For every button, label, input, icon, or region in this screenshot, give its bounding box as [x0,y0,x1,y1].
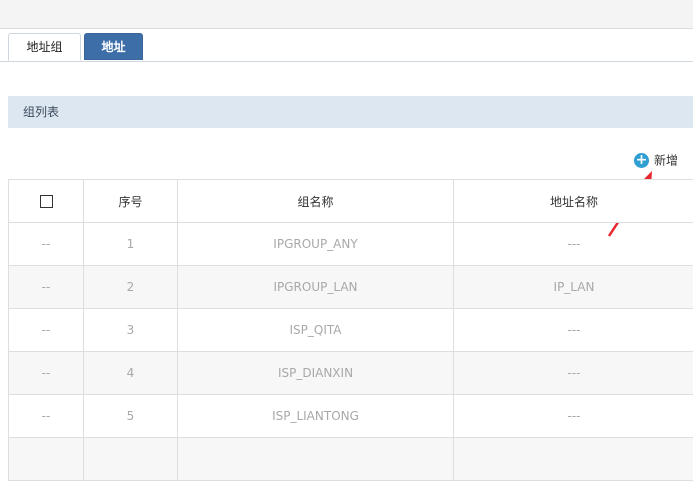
tab-address-group[interactable]: 地址组 [8,33,81,61]
row-address-name-cell: --- [454,395,693,438]
table-row[interactable]: -- 1 IPGROUP_ANY --- [9,223,693,266]
add-button[interactable]: + 新增 [634,151,678,169]
table-row[interactable] [9,438,693,481]
tab-strip: 地址组 地址 [0,29,693,62]
top-bar [0,0,693,29]
table-row[interactable]: -- 5 ISP_LIANTONG --- [9,395,693,438]
row-select-cell: -- [9,309,84,352]
row-address-name-cell: --- [454,309,693,352]
row-group-name-cell: IPGROUP_LAN [178,266,454,309]
row-index-cell: 5 [84,395,178,438]
table-row[interactable]: -- 3 ISP_QITA --- [9,309,693,352]
row-group-name-cell [178,438,454,481]
row-select-cell: -- [9,266,84,309]
plus-circle-icon: + [634,153,649,168]
row-address-name-cell: IP_LAN [454,266,693,309]
row-index-cell [84,438,178,481]
row-group-name-cell: ISP_DIANXIN [178,352,454,395]
table-header-row: 序号 组名称 地址名称 [9,180,693,223]
row-address-name-cell [454,438,693,481]
row-index-cell: 2 [84,266,178,309]
row-index-cell: 3 [84,309,178,352]
tab-address[interactable]: 地址 [84,33,143,60]
select-all-checkbox[interactable] [40,195,53,208]
row-index-cell: 1 [84,223,178,266]
section-title: 组列表 [8,96,693,128]
row-group-name-cell: ISP_QITA [178,309,454,352]
row-group-name-cell: IPGROUP_ANY [178,223,454,266]
column-header-address-name: 地址名称 [454,180,693,223]
column-header-index: 序号 [84,180,178,223]
add-button-label: 新增 [654,154,678,168]
row-select-cell: -- [9,223,84,266]
row-address-name-cell: --- [454,352,693,395]
row-group-name-cell: ISP_LIANTONG [178,395,454,438]
row-index-cell: 4 [84,352,178,395]
row-select-cell [9,438,84,481]
row-address-name-cell: --- [454,223,693,266]
group-table: 序号 组名称 地址名称 -- 1 IPGROUP_ANY --- -- 2 IP… [8,179,693,481]
row-select-cell: -- [9,395,84,438]
table-row[interactable]: -- 4 ISP_DIANXIN --- [9,352,693,395]
select-all-header [9,180,84,223]
table-row[interactable]: -- 2 IPGROUP_LAN IP_LAN [9,266,693,309]
column-header-group-name: 组名称 [178,180,454,223]
row-select-cell: -- [9,352,84,395]
